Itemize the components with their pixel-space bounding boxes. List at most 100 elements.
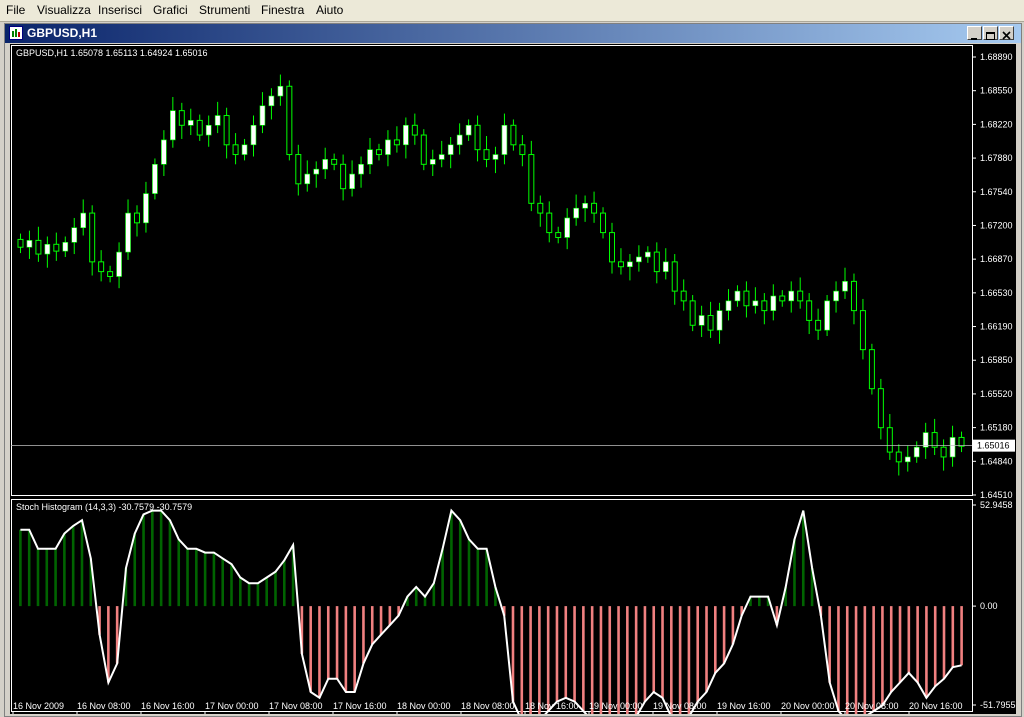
candle-bull [152,164,158,194]
candle-bull [465,124,472,136]
candle-bear [546,212,553,234]
candle-bear [797,290,804,302]
candle-bull [833,290,839,302]
candle-bull [698,315,705,326]
close-button[interactable] [999,26,1014,40]
candle-bull [429,159,436,165]
candle-bear [555,232,562,238]
candle-bear [689,300,696,326]
maximize-icon [986,32,995,40]
candle-bull [125,212,131,253]
candle-bull [752,300,759,307]
candle-bull [949,437,956,458]
candle-bull [904,456,911,463]
time-axis-label: 17 Nov 08:00 [269,701,323,711]
time-axis-label: 17 Nov 16:00 [333,701,387,711]
window-titlebar[interactable]: GBPUSD,H1 [5,24,1021,43]
candle-bear [393,139,400,146]
candle-bull [501,124,508,155]
close-icon [1002,31,1011,40]
candle-bull [564,217,570,238]
time-axis-label: 18 Nov 08:00 [461,701,515,711]
candle-bear [107,271,114,277]
candle-bear [223,115,230,146]
candle-bear [483,149,490,160]
indicator-axis-label: -51.7955 [980,700,1016,710]
candle-bull [250,124,257,146]
candle-bear [232,144,239,156]
candle-bull [438,154,445,160]
menu-inserisci[interactable]: Inserisci [98,3,142,17]
candle-bear [850,280,857,312]
candle-bull [170,110,176,141]
candle-bull [922,432,929,448]
candle-bear [815,319,822,331]
candle-bear [35,239,42,255]
candle-bull [80,212,87,229]
candle-bear [528,154,535,204]
candle-bear [178,110,185,126]
candle-bull [116,251,122,277]
candle-bear [420,134,427,165]
candle-bear [617,261,624,268]
candle-bull [304,173,311,185]
time-axis-label: 16 Nov 16:00 [141,701,195,711]
candle-bear [411,124,418,136]
candle-bull [627,261,633,268]
candle-bull [824,300,830,331]
candle-bear [761,300,768,312]
candle-bear [286,85,293,156]
menu-aiuto[interactable]: Aiuto [316,3,343,17]
menu-grafici[interactable]: Grafici [153,3,188,17]
candle-bear [895,451,902,463]
candle-bull [277,85,284,97]
menu-strumenti[interactable]: Strumenti [199,3,250,17]
candle-bull [367,149,373,165]
candle-bull [44,243,51,255]
maximize-button[interactable] [983,26,998,40]
candle-bear [806,300,813,321]
time-axis-label: 20 Nov 08:00 [845,701,899,711]
candle-bull [71,227,78,243]
candle-bear [89,212,96,263]
candle-bull [62,242,69,252]
current-price-label: 1.65016 [977,441,1010,451]
candle-bull [770,295,777,311]
candle-bear [877,388,884,429]
candle-bear [591,202,598,214]
candle-bull [662,261,669,272]
candle-bear [608,232,615,263]
price-axis-label: 1.66530 [980,288,1013,298]
candle-bull [358,164,364,175]
price-chart[interactable]: 1.68890 1.68550 1.68220 1.67880 1.67540 1.672… [10,44,1016,714]
candle-bear [600,212,607,234]
price-axis-label: 1.67880 [980,153,1013,163]
menu-file[interactable]: File [6,3,25,17]
candle-bull [582,203,588,209]
candle-bull [205,124,212,136]
time-axis-label: 19 Nov 16:00 [717,701,771,711]
candle-bear [868,349,875,390]
candle-bear [331,158,338,165]
price-axis-label: 1.68890 [980,52,1013,62]
price-axis-label: 1.66190 [980,322,1013,332]
time-axis-label: 19 Nov 08:00 [653,701,707,711]
minimize-button[interactable] [967,26,982,40]
candle-bear [958,436,965,447]
candle-bull [403,124,409,146]
candle-bull [716,310,723,331]
candle-bull [259,105,266,126]
price-axis-label: 1.65180 [980,423,1013,433]
candle-bear [671,261,678,292]
menu-finestra[interactable]: Finestra [261,3,304,17]
indicator-axis-label: 0.00 [980,601,998,611]
candle-bear [707,315,714,331]
price-axis-label: 1.66870 [980,254,1013,264]
candle-bull [385,139,391,155]
candle-bull [161,139,167,165]
menu-visualizza[interactable]: Visualizza [37,3,91,17]
minimize-icon [971,38,977,40]
time-axis-label: 16 Nov 08:00 [77,701,131,711]
candle-bear [17,238,24,248]
price-axis-label: 1.68550 [980,86,1013,96]
